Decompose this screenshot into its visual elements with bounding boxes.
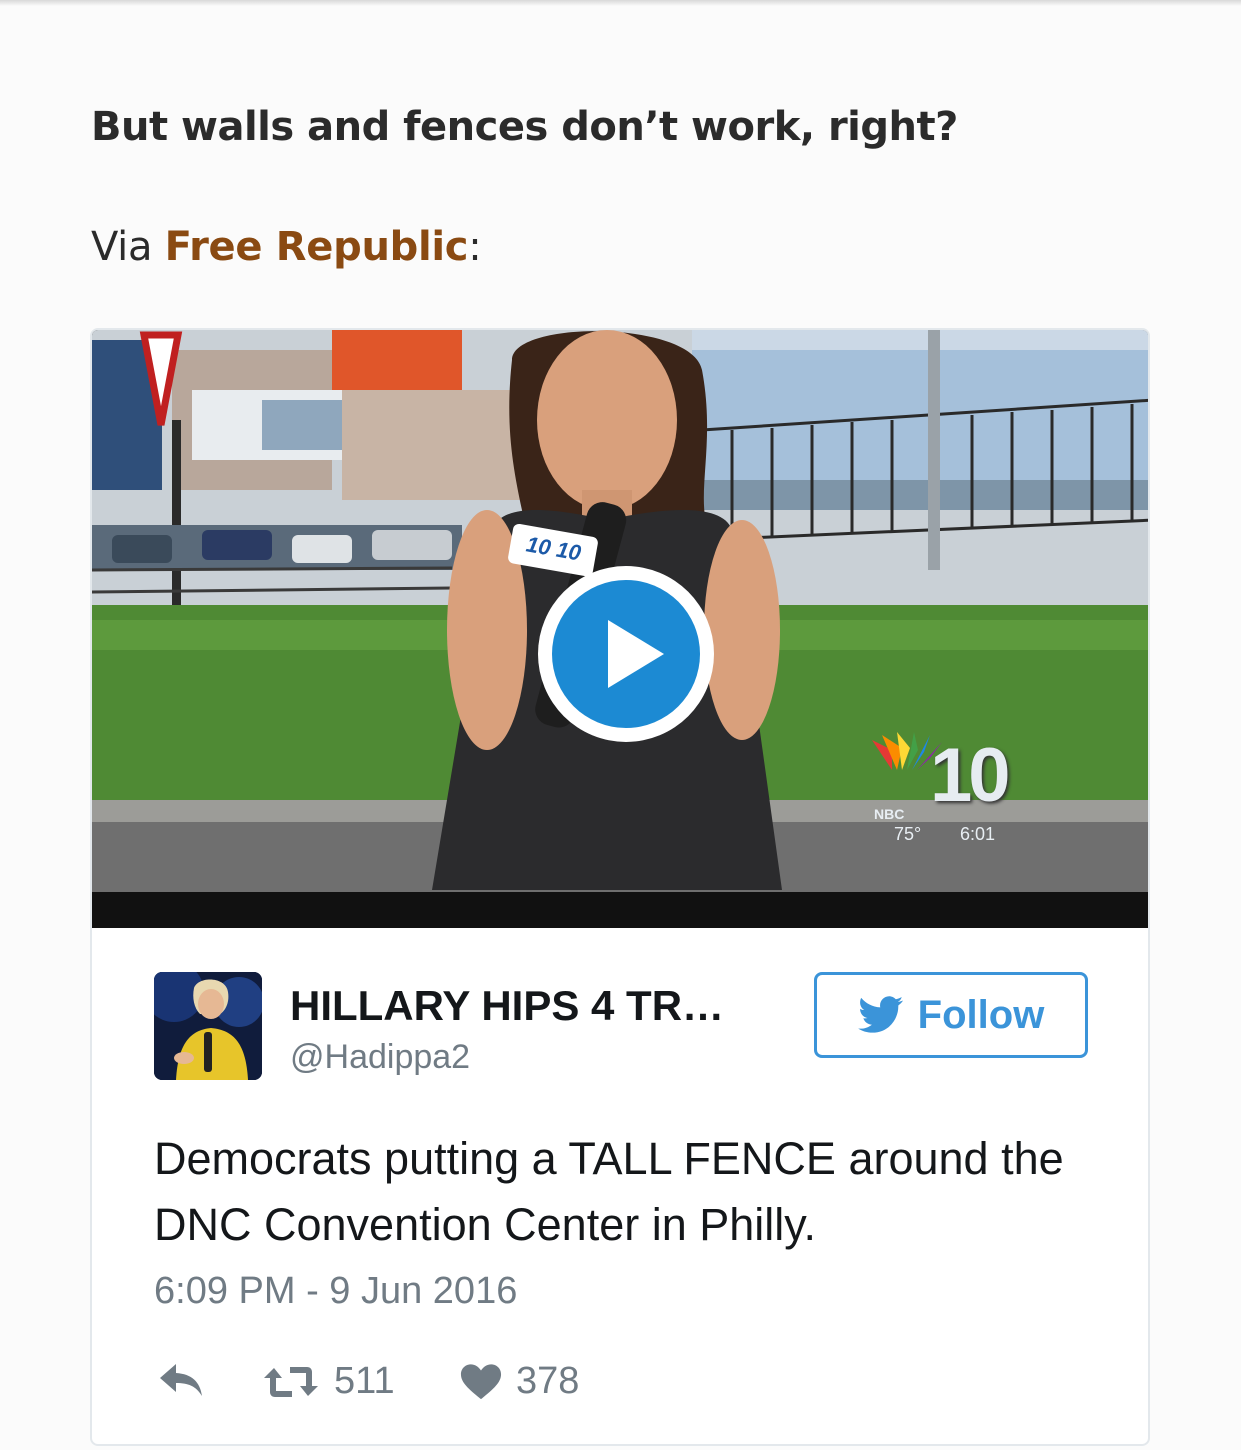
avatar-photo <box>154 972 262 1080</box>
tweet-text: Democrats putting a TALL FENCE around th… <box>154 1133 1064 1250</box>
retweet-icon <box>264 1366 318 1397</box>
video-thumbnail[interactable]: 10 10 NBC 10 75° 6:01 <box>92 330 1148 928</box>
clock-readout: 6:01 <box>960 824 996 844</box>
author-handle[interactable]: @Hadippa2 <box>290 1038 470 1077</box>
station-number: 10 <box>930 733 1011 818</box>
temperature-readout: 75° <box>894 824 922 844</box>
station-logo-text: NBC <box>874 806 905 822</box>
like-button[interactable]: 378 <box>460 1360 579 1403</box>
retweet-count: 511 <box>334 1360 395 1402</box>
via-suffix: : <box>468 224 482 270</box>
free-republic-link[interactable]: Free Republic <box>165 224 469 270</box>
reply-button[interactable] <box>156 1360 208 1400</box>
heart-icon <box>460 1363 502 1399</box>
embedded-tweet-card: 10 10 NBC 10 75° 6:01 HILLARY HIPS 4 TR…… <box>90 328 1150 1446</box>
avatar[interactable] <box>154 972 262 1080</box>
retweet-button[interactable]: 511 <box>262 1360 395 1403</box>
via-line: Via Free Republic: <box>91 224 482 270</box>
reply-icon <box>160 1364 202 1396</box>
like-count: 378 <box>516 1360 580 1402</box>
via-prefix: Via <box>91 224 165 270</box>
tweet-timestamp[interactable]: 6:09 PM - 9 Jun 2016 <box>154 1270 517 1313</box>
author-display-name[interactable]: HILLARY HIPS 4 TR… <box>290 982 724 1030</box>
follow-label: Follow <box>917 992 1045 1037</box>
play-icon <box>608 620 664 688</box>
follow-button[interactable]: Follow <box>814 972 1088 1058</box>
twitter-bird-icon <box>857 996 903 1033</box>
top-divider <box>0 0 1241 6</box>
play-button-circle <box>552 580 700 728</box>
play-button[interactable] <box>538 566 714 742</box>
article-headline: But walls and fences don’t work, right? <box>91 104 958 150</box>
